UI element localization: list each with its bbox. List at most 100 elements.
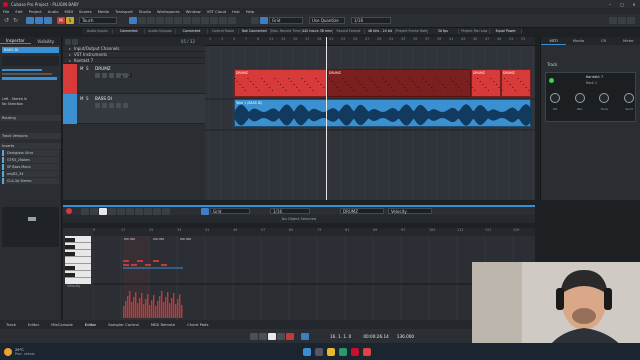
tab-vsti[interactable]: VSTi [541, 37, 566, 45]
editor-glue-tool[interactable] [144, 207, 152, 215]
track-name[interactable]: BASS DI [95, 96, 112, 101]
rack-knob-4[interactable] [623, 93, 634, 103]
piano-black-key[interactable] [65, 273, 75, 277]
velocity-bar[interactable] [149, 305, 151, 318]
object-selection-tool[interactable] [129, 17, 137, 24]
velocity-bar[interactable] [145, 299, 147, 318]
menu-item-edit[interactable]: Edit [15, 9, 22, 14]
tab-inspector[interactable]: Inspector [0, 38, 31, 44]
window-layout-button[interactable] [609, 17, 617, 24]
editor-erase-tool[interactable] [117, 207, 125, 215]
rack-power-icon[interactable] [549, 78, 554, 83]
track-control-button[interactable] [95, 103, 100, 108]
track-control-button[interactable] [123, 103, 128, 108]
editor-velocity-select[interactable]: Velocity [388, 208, 432, 214]
menu-item-window[interactable]: Window [186, 9, 201, 14]
quantize-value-select[interactable]: 1/16 [351, 17, 391, 24]
midi-note[interactable] [131, 264, 137, 266]
editor-grid-select[interactable]: Grid [210, 208, 250, 214]
rewind-button[interactable] [250, 332, 258, 340]
zoom-tool[interactable] [174, 17, 182, 24]
velocity-bar[interactable] [159, 296, 161, 318]
position-display[interactable]: 16. 1. 1. 0 [330, 334, 351, 339]
playhead-cursor[interactable] [326, 37, 327, 200]
menu-item-midi[interactable]: MIDI [65, 9, 73, 14]
velocity-bar[interactable] [173, 293, 175, 318]
taskbar-chrome-icon[interactable] [363, 347, 372, 356]
windows-start-icon[interactable] [303, 347, 312, 356]
erase-tool[interactable] [165, 17, 173, 24]
rack-knob-2[interactable] [574, 93, 585, 103]
velocity-bar[interactable] [129, 291, 131, 318]
snap-button[interactable] [260, 17, 268, 24]
velocity-bar[interactable] [179, 294, 181, 318]
editor-quant-select[interactable]: 1/16 [270, 208, 310, 214]
velocity-bar[interactable] [139, 298, 141, 318]
velocity-bar[interactable] [151, 300, 153, 318]
cycle-button[interactable] [301, 332, 309, 340]
tab-meter[interactable]: Meter [616, 37, 640, 45]
taskbar-cubase-icon[interactable] [351, 347, 360, 356]
velocity-bar[interactable] [175, 304, 177, 318]
channel-fader[interactable] [28, 217, 36, 221]
menu-item-vst-cloud[interactable]: VST Cloud [207, 9, 226, 14]
undo-icon[interactable]: ↺ [4, 17, 12, 24]
menu-item-audio[interactable]: Audio [48, 9, 59, 14]
track-control-button[interactable] [95, 73, 100, 78]
editor-draw-tool[interactable] [108, 207, 116, 215]
editor-snap-button[interactable] [201, 207, 209, 215]
toggle-right-zone-button[interactable] [44, 17, 52, 24]
velocity-bar[interactable] [171, 298, 173, 318]
velocity-bar[interactable] [137, 303, 139, 318]
solo-all-button[interactable]: S [66, 17, 74, 24]
pan-slider[interactable] [2, 73, 52, 75]
piano-black-key[interactable] [65, 252, 75, 256]
piano-keyboard[interactable] [65, 236, 91, 284]
time-warp-tool[interactable] [201, 17, 209, 24]
split-tool[interactable] [147, 17, 155, 24]
menu-item-file[interactable]: File [3, 9, 9, 14]
inspector-track-name[interactable]: BASS DI [2, 47, 59, 53]
track-name[interactable]: DRUMZ [95, 66, 111, 71]
bottom-tab-editor[interactable]: Editor [78, 320, 103, 330]
range-tool[interactable] [138, 17, 146, 24]
mixconsole-button[interactable] [618, 17, 626, 24]
velocity-bar[interactable] [155, 306, 157, 318]
mute-all-button[interactable]: M [57, 17, 65, 24]
taskbar-files-icon[interactable] [327, 347, 336, 356]
right-section-header[interactable]: Track [541, 61, 640, 68]
editor-record-button[interactable] [66, 208, 72, 214]
insert-slot[interactable]: ms/82_54 [2, 171, 59, 177]
bottom-tab-midi-remote[interactable]: MIDI Remote [145, 320, 181, 329]
tempo-display[interactable]: 136.000 [397, 334, 414, 339]
midi-note[interactable] [137, 260, 143, 262]
maximize-icon[interactable]: □ [616, 2, 628, 7]
toggle-inspector-button[interactable] [26, 17, 34, 24]
tab-visibility[interactable]: Visibility [31, 39, 62, 44]
track-control-button[interactable] [102, 73, 107, 78]
editor-line-tool[interactable] [126, 207, 134, 215]
bottom-tab-chord-pads[interactable]: Chord Pads [181, 320, 214, 329]
media-bay-button[interactable] [627, 17, 635, 24]
midi-note[interactable] [161, 264, 167, 266]
menu-item-hub[interactable]: Hub [232, 9, 240, 14]
track-control-button[interactable] [102, 103, 107, 108]
insert-slot[interactable]: CLA-3A Stereo [2, 178, 59, 184]
menu-item-studio[interactable]: Studio [139, 9, 151, 14]
menu-item-project[interactable]: Project [29, 9, 42, 14]
add-track-button[interactable] [65, 38, 71, 45]
bottom-tab-track[interactable]: Track [0, 320, 22, 329]
track-mute-button[interactable]: M [80, 96, 83, 101]
tab-media[interactable]: Media [566, 37, 591, 45]
rack-knob-3[interactable] [599, 93, 610, 103]
comp-tool[interactable] [192, 17, 200, 24]
arrange-ruler[interactable]: 1 3 5 7 9 11 13 15 17 19 21 23 25 27 29 31 33 35 37 39 41 43 4… [205, 37, 535, 46]
midi-note[interactable] [145, 264, 151, 266]
track-solo-button[interactable]: S [86, 66, 89, 71]
forward-button[interactable] [259, 332, 267, 340]
section-inserts[interactable]: Inserts [0, 143, 61, 149]
bottom-tab-mixconsole[interactable]: MixConsole [45, 320, 79, 329]
piano-black-key[interactable] [65, 238, 75, 242]
editor-ruler[interactable]: 9 17 25 33 41 49 57 65 73 81 89 97 105 113 121 129 [93, 228, 535, 236]
input-routing[interactable]: Left - Stereo In [2, 97, 59, 101]
